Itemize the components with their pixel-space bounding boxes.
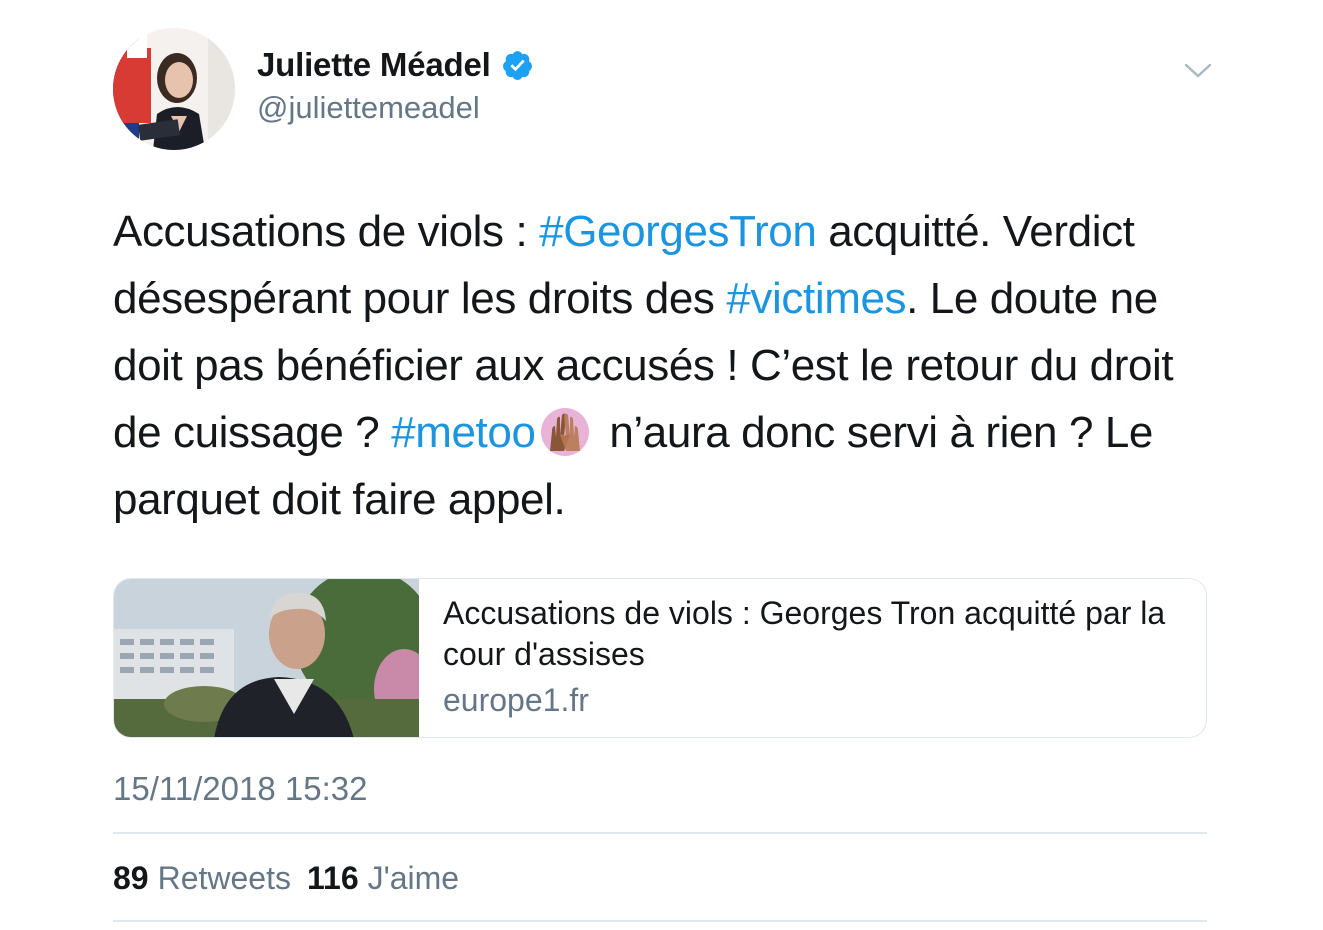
link-preview-card[interactable]: Accusations de viols : Georges Tron acqu…: [113, 578, 1207, 738]
verified-badge-icon: [502, 50, 532, 80]
author-display-name[interactable]: Juliette Méadel: [257, 46, 491, 84]
link-preview-title[interactable]: Accusations de viols : Georges Tron acqu…: [443, 593, 1182, 675]
divider: [113, 832, 1207, 834]
tweet-stats: 89 Retweets 116 J'aime: [113, 860, 475, 897]
retweets-count[interactable]: 89: [113, 860, 149, 897]
divider: [113, 920, 1207, 922]
hashtag-link[interactable]: #victimes: [726, 274, 906, 323]
tweet-text: Accusations de viols : #GeorgesTron acqu…: [113, 198, 1213, 533]
tweet: Juliette Méadel @juliettemeadel Accusati…: [0, 0, 1323, 930]
retweets-label[interactable]: Retweets: [158, 860, 291, 897]
tweet-text-segment: Accusations de viols :: [113, 207, 540, 256]
link-preview-body[interactable]: Accusations de viols : Georges Tron acqu…: [419, 579, 1206, 737]
author-handle[interactable]: @juliettemeadel: [257, 90, 480, 126]
likes-count[interactable]: 116: [307, 860, 359, 897]
hashtag-link[interactable]: #metoo: [391, 408, 536, 457]
author-name-row[interactable]: Juliette Méadel: [257, 46, 534, 84]
link-preview-domain: europe1.fr: [443, 682, 589, 718]
chevron-down-icon[interactable]: [1182, 58, 1214, 82]
avatar[interactable]: [113, 28, 235, 150]
tweet-timestamp[interactable]: 15/11/2018 15:32: [113, 770, 367, 808]
link-preview-thumbnail: [114, 579, 434, 737]
raised-hands-emoji-icon: [540, 407, 590, 457]
likes-label[interactable]: J'aime: [368, 860, 459, 897]
hashtag-link[interactable]: #GeorgesTron: [539, 207, 817, 256]
